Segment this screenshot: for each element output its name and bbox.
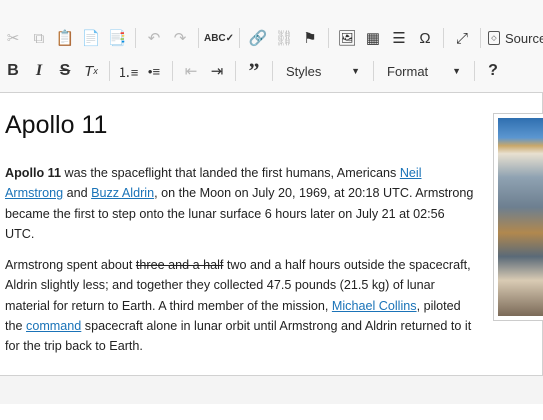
strikethrough-button[interactable]: S <box>53 59 77 83</box>
styles-label: Styles <box>286 63 322 79</box>
remove-format-button[interactable]: Tx <box>79 59 103 83</box>
apollo-photo-figure[interactable] <box>493 113 543 321</box>
rich-text-editor: ✂ ⧉ 📋 📄 📑 ↶ ↷ ABC✓ 🔗 ⛓ ⚑ 🖼 ▦ ☰ Ω ⤢ ◇ Sou <box>0 0 543 404</box>
indent-icon[interactable]: ⇥ <box>205 59 229 83</box>
italic-button[interactable]: I <box>27 59 51 83</box>
outdent-icon[interactable]: ⇤ <box>179 59 203 83</box>
spellcheck-icon[interactable]: ABC✓ <box>204 26 234 50</box>
editor-status-bar <box>0 375 543 404</box>
toolbar-separator <box>443 28 444 48</box>
horizontal-rule-icon[interactable]: ☰ <box>387 26 411 50</box>
maximize-icon[interactable]: ⤢ <box>450 26 474 50</box>
toolbar-row-1: ✂ ⧉ 📋 📄 📑 ↶ ↷ ABC✓ 🔗 ⛓ ⚑ 🖼 ▦ ☰ Ω ⤢ ◇ Sou <box>0 23 543 53</box>
text-span: and <box>63 186 92 201</box>
cut-icon[interactable]: ✂ <box>1 26 25 50</box>
toolbar-separator <box>109 61 110 81</box>
toolbar-separator <box>239 28 240 48</box>
toolbar-separator <box>373 61 374 81</box>
bold-button[interactable]: B <box>1 59 25 83</box>
bulleted-list-icon[interactable]: •≡ <box>142 59 166 83</box>
apollo-photo <box>498 118 543 316</box>
toolbar-separator <box>198 28 199 48</box>
text-span: Armstrong spent about <box>5 258 136 272</box>
special-char-icon[interactable]: Ω <box>413 26 437 50</box>
link-buzz-aldrin[interactable]: Buzz Aldrin <box>91 186 154 200</box>
image-icon[interactable]: 🖼 <box>335 26 359 50</box>
link-icon[interactable]: 🔗 <box>246 26 270 50</box>
text-span: was the spaceflight that landed the firs… <box>60 166 400 180</box>
editor-content-area[interactable]: Apollo 11 Apollo 11 was the spaceflight … <box>0 93 543 375</box>
paragraph-1: Apollo 11 was the spaceflight that lande… <box>5 163 475 244</box>
toolbar-separator <box>135 28 136 48</box>
link-command[interactable]: command <box>26 319 81 333</box>
paste-word-icon[interactable]: 📑 <box>105 26 129 50</box>
copy-icon[interactable]: ⧉ <box>27 26 51 50</box>
toolbar-separator <box>235 61 236 81</box>
source-label: Source <box>505 30 543 46</box>
paste-icon[interactable]: 📋 <box>53 26 77 50</box>
help-button[interactable]: ? <box>481 59 505 83</box>
toolbar-separator <box>172 61 173 81</box>
anchor-icon[interactable]: ⚑ <box>298 26 322 50</box>
redo-icon[interactable]: ↷ <box>168 26 192 50</box>
paragraph-2: Armstrong spent about three and a half t… <box>5 255 475 356</box>
toolbar-row-2: B I S Tx ⒈≡ •≡ ⇤ ⇥ ” Styles ▼ Format ▼ ? <box>0 56 506 86</box>
editor-toolbar: ✂ ⧉ 📋 📄 📑 ↶ ↷ ABC✓ 🔗 ⛓ ⚑ 🖼 ▦ ☰ Ω ⤢ ◇ Sou <box>0 0 543 93</box>
toolbar-separator <box>474 61 475 81</box>
bold-text: Apollo 11 <box>5 166 61 180</box>
chevron-down-icon: ▼ <box>351 66 360 76</box>
document-title: Apollo 11 <box>5 111 108 139</box>
chevron-down-icon: ▼ <box>452 66 461 76</box>
blockquote-icon[interactable]: ” <box>242 58 266 83</box>
format-label: Format <box>387 63 429 79</box>
table-icon[interactable]: ▦ <box>361 26 385 50</box>
format-dropdown[interactable]: Format ▼ <box>379 59 469 83</box>
toolbar-separator <box>328 28 329 48</box>
numbered-list-icon[interactable]: ⒈≡ <box>116 59 140 83</box>
undo-icon[interactable]: ↶ <box>142 26 166 50</box>
source-icon: ◇ <box>488 31 500 45</box>
unlink-icon[interactable]: ⛓ <box>272 26 296 50</box>
toolbar-separator <box>480 28 481 48</box>
link-michael-collins[interactable]: Michael Collins <box>332 299 417 313</box>
toolbar-separator <box>272 61 273 81</box>
strikethrough-text: three and a half <box>135 258 224 272</box>
styles-dropdown[interactable]: Styles ▼ <box>278 59 368 83</box>
paste-text-icon[interactable]: 📄 <box>79 26 103 50</box>
source-button[interactable]: ◇ Source <box>486 26 543 50</box>
